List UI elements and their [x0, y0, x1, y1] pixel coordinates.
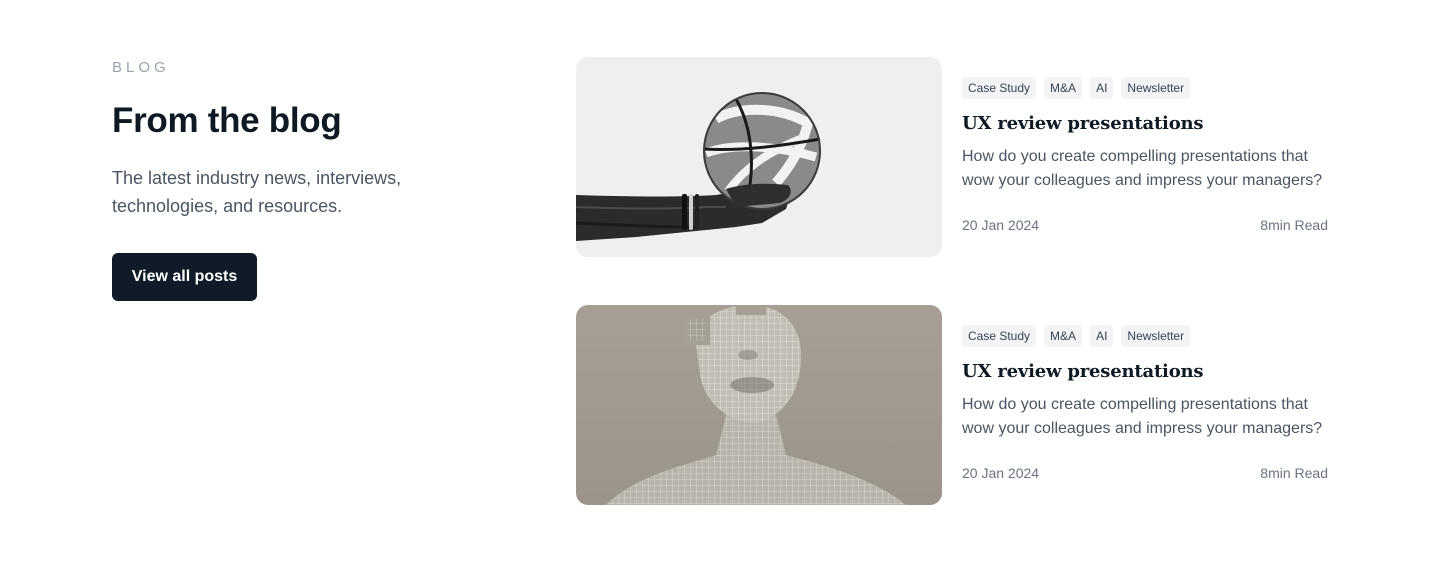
- post-meta: Case Study M&A AI Newsletter UX review p…: [962, 77, 1328, 257]
- post-excerpt: How do you create compelling presentatio…: [962, 396, 1323, 437]
- post-footer: 20 Jan 2024 8min Read: [962, 215, 1328, 235]
- view-all-posts-button[interactable]: View all posts: [112, 253, 257, 301]
- post-tags: Case Study M&A AI Newsletter: [962, 77, 1328, 99]
- blog-post-card[interactable]: Case Study M&A AI Newsletter UX review p…: [576, 305, 1328, 505]
- tag-m-and-a[interactable]: M&A: [1044, 325, 1083, 347]
- section-subtitle: The latest industry news, interviews, te…: [112, 168, 402, 216]
- post-read-time: 8min Read: [1260, 465, 1328, 481]
- post-date: 20 Jan 2024: [962, 465, 1040, 481]
- tag-ai[interactable]: AI: [1090, 77, 1114, 99]
- basketball-photo: [576, 57, 942, 257]
- tag-newsletter[interactable]: Newsletter: [1121, 77, 1191, 99]
- post-tags: Case Study M&A AI Newsletter: [962, 325, 1328, 347]
- tag-case-study[interactable]: Case Study: [962, 325, 1037, 347]
- tag-ai[interactable]: AI: [1090, 325, 1114, 347]
- section-heading: From the blog: [112, 101, 342, 140]
- blog-post-card[interactable]: Case Study M&A AI Newsletter UX review p…: [576, 57, 1328, 257]
- post-date: 20 Jan 2024: [962, 217, 1040, 233]
- wireframe-head-photo: [576, 305, 942, 505]
- tag-case-study[interactable]: Case Study: [962, 77, 1037, 99]
- post-title[interactable]: UX review presentations: [962, 111, 1328, 137]
- post-excerpt: How do you create compelling presentatio…: [962, 148, 1323, 189]
- post-thumbnail[interactable]: [576, 57, 942, 257]
- post-title[interactable]: UX review presentations: [962, 359, 1328, 385]
- tag-newsletter[interactable]: Newsletter: [1121, 325, 1191, 347]
- post-footer: 20 Jan 2024 8min Read: [962, 463, 1328, 483]
- blog-intro: BLOG From the blog The latest industry n…: [112, 58, 472, 301]
- post-read-time: 8min Read: [1260, 217, 1328, 233]
- post-meta: Case Study M&A AI Newsletter UX review p…: [962, 325, 1328, 505]
- post-thumbnail[interactable]: [576, 305, 942, 505]
- tag-m-and-a[interactable]: M&A: [1044, 77, 1083, 99]
- section-eyebrow: BLOG: [112, 59, 170, 76]
